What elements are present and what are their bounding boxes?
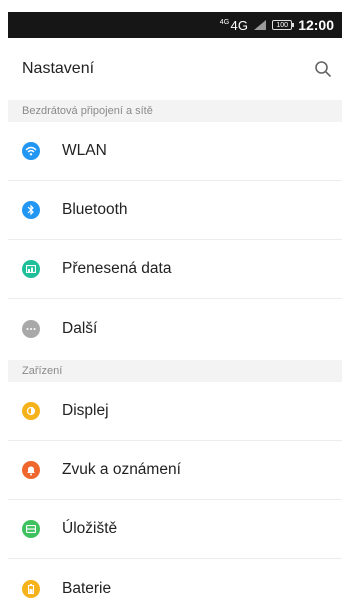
settings-item-wlan[interactable]: WLAN <box>8 122 342 181</box>
settings-screen: 4G4G 100 12:00 Nastavení Bezdrátová přip… <box>0 0 346 612</box>
search-icon <box>315 61 331 77</box>
battery-status-icon: 100 <box>272 20 295 30</box>
wireless-list: WLAN Bluetooth Přenesená data Další <box>8 122 342 358</box>
bell-icon <box>22 461 40 479</box>
app-header: Nastavení <box>8 38 342 100</box>
settings-item-data[interactable]: Přenesená data <box>8 240 342 299</box>
settings-item-sound[interactable]: Zvuk a oznámení <box>8 441 342 500</box>
settings-item-label: Baterie <box>62 579 112 597</box>
settings-item-bluetooth[interactable]: Bluetooth <box>8 181 342 240</box>
settings-item-label: Úložiště <box>62 520 118 537</box>
settings-item-storage[interactable]: Úložiště <box>8 500 342 559</box>
battery-icon <box>22 579 40 598</box>
settings-item-label: Displej <box>62 402 109 419</box>
settings-item-label: Další <box>62 319 98 337</box>
bluetooth-icon <box>22 201 40 219</box>
device-list: Displej Zvuk a oznámení Úložiště Baterie <box>8 382 342 612</box>
status-bar: 4G4G 100 12:00 <box>8 12 342 38</box>
settings-item-more[interactable]: Další <box>8 299 342 358</box>
signal-icon <box>254 20 267 30</box>
settings-item-label: WLAN <box>62 142 107 159</box>
network-indicator: 4G4G <box>219 17 249 33</box>
clock: 12:00 <box>298 17 334 33</box>
settings-item-display[interactable]: Displej <box>8 382 342 441</box>
settings-item-label: Přenesená data <box>62 260 172 277</box>
settings-item-label: Bluetooth <box>62 201 128 218</box>
display-icon <box>22 402 40 420</box>
data-usage-icon <box>22 260 40 278</box>
section-header-device: Zařízení <box>8 360 342 382</box>
storage-icon <box>22 520 40 538</box>
settings-item-battery[interactable]: Baterie <box>8 559 342 612</box>
section-header-wireless: Bezdrátová připojení a sítě <box>8 100 342 122</box>
page-title: Nastavení <box>22 60 95 77</box>
search-button[interactable] <box>314 60 332 78</box>
more-icon <box>22 319 40 338</box>
wifi-icon <box>22 142 40 160</box>
settings-item-label: Zvuk a oznámení <box>62 461 181 478</box>
